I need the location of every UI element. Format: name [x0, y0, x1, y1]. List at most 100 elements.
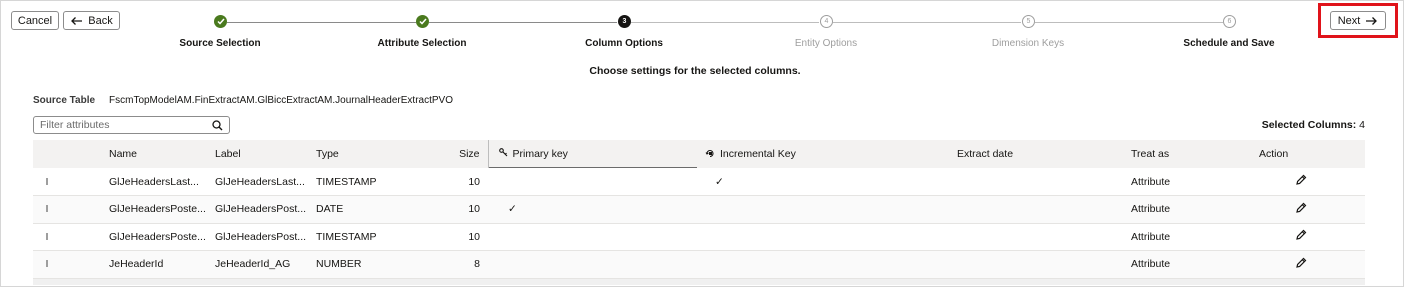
step-label-source-selection[interactable]: Source Selection — [140, 38, 300, 49]
cell-label: GlJeHeadersLast... — [215, 175, 305, 188]
step-label-entity-options: Entity Options — [794, 38, 858, 49]
header-incremental-key[interactable]: Incremental Key — [697, 140, 950, 168]
cell-extract-date[interactable] — [950, 223, 1124, 251]
header-action: Action — [1259, 148, 1289, 160]
table-row[interactable]: JeHeaderId JeHeaderId_AG NUMBER 8 Attribute — [33, 250, 1365, 279]
header-extract-date[interactable]: Extract date — [950, 140, 1124, 168]
cell-size: 8 — [474, 258, 480, 271]
check-icon — [418, 18, 427, 25]
next-button[interactable]: Next — [1330, 11, 1386, 30]
train-step-5[interactable]: 5 — [1022, 15, 1035, 28]
table-row[interactable]: GlJeHeadersLast... GlJeHeadersLast... TIME… — [33, 168, 1365, 196]
cell-extract-date[interactable] — [950, 251, 1124, 279]
train-step-2[interactable] — [416, 15, 429, 28]
filter-attributes-field[interactable] — [33, 116, 230, 134]
cell-incremental-key[interactable] — [697, 251, 950, 279]
source-table-label: Source Table — [33, 95, 96, 106]
train-step-1[interactable] — [214, 15, 227, 28]
selected-columns-label: Selected Columns: — [1261, 119, 1357, 131]
train-connector — [631, 22, 819, 23]
cell-label: GlJeHeadersPost... — [215, 203, 307, 216]
cell-name: GlJeHeadersLast... — [109, 175, 199, 188]
cell-type: TIMESTAMP — [316, 230, 377, 243]
cell-primary-key[interactable]: ✓ — [488, 196, 697, 224]
cell-label: JeHeaderId_AG — [215, 258, 291, 271]
cell-treat-as: Attribute — [1131, 203, 1171, 216]
step-number: 4 — [824, 18, 829, 25]
step-number: 3 — [622, 18, 627, 25]
columns-table: Name Label Type Size Primary key Increme… — [33, 140, 1365, 279]
cell-primary-key[interactable] — [488, 251, 697, 279]
cell-action — [1252, 168, 1365, 196]
table-row[interactable]: GlJeHeadersPoste... GlJeHeadersPost... DAT… — [33, 195, 1365, 224]
header-treat-as[interactable]: Treat as — [1124, 140, 1252, 168]
step-number: 6 — [1227, 18, 1232, 25]
train-connector — [227, 22, 416, 23]
drag-handle[interactable] — [33, 168, 109, 196]
drag-handle[interactable] — [33, 251, 109, 279]
drag-handle-icon — [46, 177, 48, 185]
cell-name: GlJeHeadersPoste... — [109, 230, 206, 243]
cell-name: GlJeHeadersPoste... — [109, 203, 206, 216]
cell-type: NUMBER — [316, 258, 362, 271]
cell-size: 10 — [468, 175, 480, 188]
cell-incremental-key[interactable] — [697, 196, 950, 224]
edit-pencil-icon[interactable] — [1295, 229, 1307, 244]
cell-label: GlJeHeadersPost... — [215, 230, 307, 243]
filter-attributes-input[interactable] — [40, 119, 205, 131]
header-type[interactable]: Type — [316, 140, 433, 168]
header-size[interactable]: Size — [433, 140, 488, 168]
check-icon — [216, 18, 225, 25]
cell-incremental-key[interactable] — [697, 223, 950, 251]
cell-treat-as: Attribute — [1131, 258, 1171, 271]
train-step-3[interactable]: 3 — [618, 15, 631, 28]
cell-primary-key[interactable] — [488, 168, 697, 196]
header-primary-key-label: Primary key — [512, 147, 568, 160]
step-label-column-options[interactable]: Column Options — [544, 38, 704, 49]
cell-extract-date[interactable] — [950, 196, 1124, 224]
cell-size: 10 — [468, 230, 480, 243]
step-label-attribute-selection[interactable]: Attribute Selection — [342, 38, 502, 49]
step-label-schedule-and-save[interactable]: Schedule and Save — [1149, 38, 1309, 49]
cell-extract-date[interactable] — [950, 168, 1124, 196]
horizontal-scrollbar[interactable] — [33, 279, 1365, 285]
back-button[interactable]: Back — [63, 11, 120, 30]
selected-columns-count: Selected Columns: 4 — [1262, 119, 1365, 131]
header-label[interactable]: Label — [215, 140, 316, 168]
drag-handle[interactable] — [33, 196, 109, 224]
header-incremental-key-label: Incremental Key — [720, 147, 796, 160]
train-step-6[interactable]: 6 — [1223, 15, 1236, 28]
drag-handle-icon — [46, 205, 48, 213]
header-name[interactable]: Name — [109, 140, 215, 168]
cancel-label: Cancel — [17, 14, 53, 27]
drag-handle[interactable] — [33, 223, 109, 251]
header-drag — [33, 140, 109, 168]
cell-incremental-key[interactable]: ✓ — [697, 168, 950, 196]
cell-treat-as: Attribute — [1131, 230, 1171, 243]
header-primary-key[interactable]: Primary key — [487, 140, 698, 168]
cancel-button[interactable]: Cancel — [11, 11, 59, 30]
train-step-4[interactable]: 4 — [820, 15, 833, 28]
key-icon — [498, 148, 508, 160]
page-subtitle: Choose settings for the selected columns… — [589, 65, 801, 77]
cell-size: 10 — [468, 203, 480, 216]
step-number: 5 — [1026, 18, 1031, 25]
cell-name: JeHeaderId — [109, 258, 164, 271]
incremental-key-icon — [705, 148, 715, 160]
search-icon[interactable] — [212, 120, 223, 134]
arrow-left-icon — [70, 16, 83, 26]
table-header-row: Name Label Type Size Primary key Increme… — [33, 140, 1365, 168]
edit-pencil-icon[interactable] — [1295, 257, 1307, 272]
drag-handle-icon — [46, 260, 48, 268]
cell-action — [1252, 223, 1365, 251]
edit-pencil-icon[interactable] — [1295, 202, 1307, 217]
edit-pencil-icon[interactable] — [1295, 174, 1307, 189]
cell-type: DATE — [316, 203, 344, 216]
cell-action — [1252, 251, 1365, 279]
table-row[interactable]: GlJeHeadersPoste... GlJeHeadersPost... TIM… — [33, 223, 1365, 251]
train-connector — [1035, 22, 1223, 23]
next-label: Next — [1337, 14, 1361, 27]
arrow-right-icon — [1365, 16, 1378, 26]
cell-type: TIMESTAMP — [316, 175, 377, 188]
cell-primary-key[interactable] — [488, 223, 697, 251]
